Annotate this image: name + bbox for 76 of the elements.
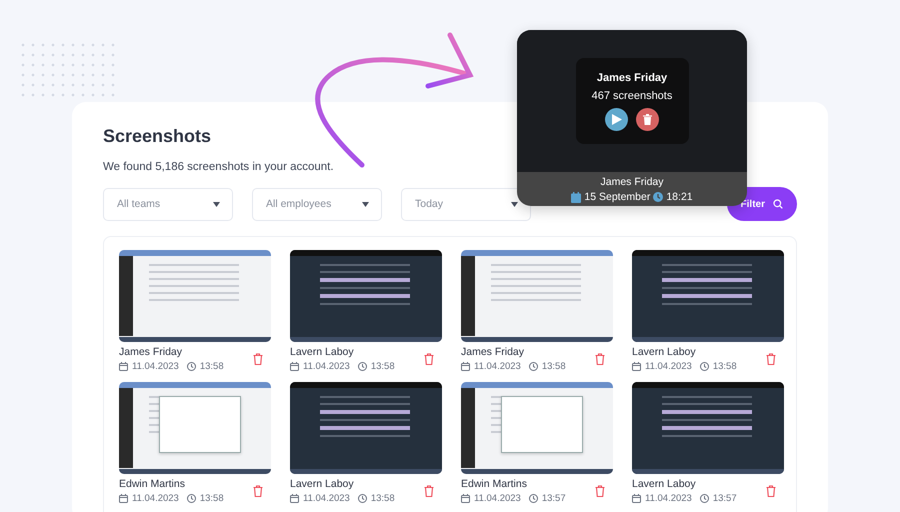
clock-icon (358, 494, 367, 503)
time-text: 13:58 (370, 361, 395, 372)
employee-name: Lavern Laboy (632, 346, 697, 358)
time-text: 13:58 (200, 493, 224, 504)
employee-name: Lavern Laboy (632, 478, 697, 490)
dropdown[interactable]: All employees (252, 188, 382, 220)
screenshot-thumbnail[interactable] (461, 250, 613, 342)
time-text: 13:58 (542, 361, 566, 372)
date-text: 11.04.2023 (645, 493, 692, 504)
clock-icon (653, 192, 664, 202)
employee-name: James Friday (596, 72, 668, 84)
trash-icon[interactable] (253, 353, 263, 365)
calendar-icon (290, 362, 299, 371)
calendar-icon (571, 192, 582, 202)
date-text: 11.04.2023 (132, 361, 179, 372)
date-text: 15 September (584, 191, 650, 203)
employee-name: Lavern Laboy (290, 478, 355, 490)
employee-name: James Friday (119, 346, 184, 358)
clock-icon (528, 494, 538, 503)
clock-icon (528, 362, 538, 371)
date-text: 11.04.2023 (132, 493, 179, 504)
calendar-icon (119, 362, 128, 371)
caret-icon (213, 202, 220, 206)
screenshot-thumbnail[interactable] (119, 250, 271, 342)
employee-name: Lavern Laboy (290, 346, 355, 358)
clock-icon (186, 362, 196, 371)
play-button[interactable] (605, 108, 628, 130)
delete-button[interactable] (636, 108, 659, 130)
date-text: 11.04.2023 (303, 493, 350, 504)
trash-icon[interactable] (253, 485, 263, 497)
clock-icon (700, 494, 709, 503)
screenshot-thumbnail[interactable] (461, 382, 613, 474)
trash-icon[interactable] (595, 485, 605, 497)
calendar-icon (632, 494, 641, 503)
time-text: 13:58 (200, 361, 224, 372)
search-icon (773, 199, 783, 209)
date-text: 11.04.2023 (303, 361, 350, 372)
employee-name: Edwin Martins (119, 478, 186, 490)
date-text: 11.04.2023 (645, 361, 692, 372)
screenshot-thumbnail[interactable] (119, 382, 271, 474)
date-text: 11.04.2023 (474, 361, 521, 372)
trash-icon (643, 114, 652, 124)
employee-name: James Friday (461, 346, 526, 358)
time-text: 13:57 (542, 493, 566, 504)
trash-icon[interactable] (424, 353, 434, 365)
trash-icon[interactable] (766, 353, 776, 365)
page-title: Screenshots (103, 126, 212, 147)
calendar-icon (461, 362, 470, 371)
screenshot-count: 467 screenshots (592, 90, 672, 102)
clock-icon (358, 362, 367, 371)
caret-icon (511, 202, 518, 206)
trash-icon[interactable] (766, 485, 776, 497)
date-text: 11.04.2023 (474, 493, 521, 504)
clock-icon (186, 494, 196, 503)
trash-icon[interactable] (595, 353, 605, 365)
screenshot-thumbnail[interactable] (290, 250, 442, 342)
employee-name: Edwin Martins (461, 478, 528, 490)
time-text: 18:21 (666, 191, 693, 203)
summary-text: We found 5,186 screenshots in your account. (103, 161, 335, 173)
play-icon (612, 114, 622, 124)
time-text: 13:58 (370, 493, 395, 504)
trash-icon[interactable] (424, 485, 434, 497)
employee-name: James Friday (600, 176, 664, 188)
calendar-icon (461, 494, 470, 503)
calendar-icon (632, 362, 641, 371)
dropdown[interactable]: Today (401, 188, 531, 220)
time-text: 13:58 (712, 361, 737, 372)
time-text: 13:57 (712, 493, 737, 504)
screenshot-thumbnail[interactable] (290, 382, 442, 474)
calendar-icon (119, 494, 128, 503)
clock-icon (700, 362, 709, 371)
caret-icon (362, 202, 369, 206)
dropdown[interactable]: All teams (103, 188, 233, 220)
calendar-icon (290, 494, 299, 503)
screenshot-thumbnail[interactable] (632, 382, 784, 474)
screenshot-thumbnail[interactable] (632, 250, 784, 342)
